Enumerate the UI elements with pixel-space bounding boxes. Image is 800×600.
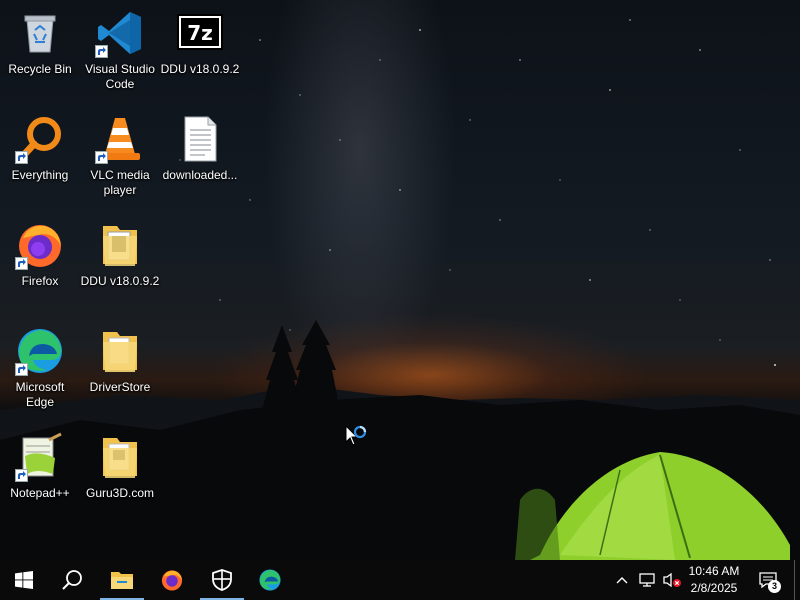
desktop-icon-label: DDU v18.0.9.2	[80, 274, 160, 288]
show-desktop-button[interactable]	[794, 560, 795, 600]
desktop-icon-label: VLC media player	[90, 168, 150, 197]
clock-time: 10:46 AM	[688, 564, 740, 578]
shortcut-arrow-icon	[95, 151, 108, 164]
volume-muted-icon	[663, 572, 681, 588]
notepad-plus-plus-icon	[15, 432, 65, 482]
shortcut-arrow-icon	[95, 45, 108, 58]
everything-search-icon	[15, 114, 65, 164]
busy-cursor-icon	[344, 424, 370, 455]
taskbar-file-explorer[interactable]	[98, 560, 146, 600]
desktop-icon-notepad-plus-plus[interactable]: Notepad++	[0, 432, 80, 501]
start-button[interactable]	[0, 560, 48, 600]
desktop-icon-label: Firefox	[21, 274, 59, 288]
desktop-icon-recycle-bin[interactable]: Recycle Bin	[0, 8, 80, 77]
shortcut-arrow-icon	[15, 151, 28, 164]
desktop-icon-label: DDU v18.0.9.2	[160, 62, 240, 76]
desktop-icon-vscode[interactable]: Visual Studio Code	[80, 8, 160, 92]
desktop-icon-label: DriverStore	[89, 380, 151, 394]
desktop-icon-guru3d[interactable]: Guru3D.com	[80, 432, 160, 501]
action-center-button[interactable]: 3	[752, 560, 784, 600]
svg-text:7z: 7z	[187, 21, 213, 45]
desktop-icon-driverstore[interactable]: DriverStore	[80, 326, 160, 395]
notification-count-badge: 3	[768, 580, 781, 593]
desktop-icon-label: Recycle Bin	[8, 62, 72, 76]
desktop-icon-firefox[interactable]: Firefox	[0, 220, 80, 289]
clock-date: 2/8/2025	[690, 581, 738, 595]
folder-icon	[95, 432, 145, 482]
shortcut-arrow-icon	[15, 257, 28, 270]
taskbar: 10:46 AM 2/8/2025 3	[0, 560, 800, 600]
network-icon	[639, 573, 655, 587]
taskbar-windows-security[interactable]	[198, 560, 246, 600]
desktop-icon-ddu-archive[interactable]: 7z DDU v18.0.9.2	[160, 8, 240, 77]
desktop-icon-label: Microsoft Edge	[15, 380, 65, 409]
volume-button[interactable]	[660, 560, 684, 600]
7zip-archive-icon: 7z	[175, 8, 225, 58]
vlc-cone-icon	[95, 114, 145, 164]
show-hidden-icons-button[interactable]	[612, 560, 632, 600]
chevron-up-icon	[616, 577, 628, 584]
text-document-icon	[175, 114, 225, 164]
desktop-icon-vlc[interactable]: VLC media player	[80, 114, 160, 198]
folder-icon	[95, 220, 145, 270]
file-explorer-icon	[111, 572, 133, 589]
search-icon	[62, 570, 82, 590]
taskbar-firefox[interactable]	[148, 560, 196, 600]
search-button[interactable]	[48, 560, 96, 600]
desktop-icon-label: Visual Studio Code	[85, 62, 155, 91]
firefox-icon	[15, 220, 65, 270]
shortcut-arrow-icon	[15, 363, 28, 376]
network-status-button[interactable]	[636, 560, 658, 600]
desktop-icon-label: Notepad++	[10, 486, 70, 500]
windows-logo-icon	[15, 571, 33, 589]
folder-icon	[95, 326, 145, 376]
microsoft-edge-icon	[259, 569, 281, 591]
shield-icon	[212, 569, 232, 591]
firefox-icon	[161, 570, 183, 591]
microsoft-edge-icon	[15, 326, 65, 376]
desktop-icon-label: Guru3D.com	[85, 486, 155, 500]
desktop-icon-label: downloaded...	[162, 168, 238, 182]
desktop-icon-label: Everything	[11, 168, 69, 182]
recycle-bin-icon	[15, 8, 65, 58]
desktop-icon-ddu-folder[interactable]: DDU v18.0.9.2	[80, 220, 160, 289]
desktop-icon-downloaded-file[interactable]: downloaded...	[160, 114, 240, 183]
desktop-icon-everything[interactable]: Everything	[0, 114, 80, 183]
taskbar-microsoft-edge[interactable]	[246, 560, 294, 600]
desktop-icon-microsoft-edge[interactable]: Microsoft Edge	[0, 326, 80, 410]
vscode-icon	[95, 8, 145, 58]
taskbar-clock[interactable]: 10:46 AM 2/8/2025	[682, 563, 746, 597]
shortcut-arrow-icon	[15, 469, 28, 482]
